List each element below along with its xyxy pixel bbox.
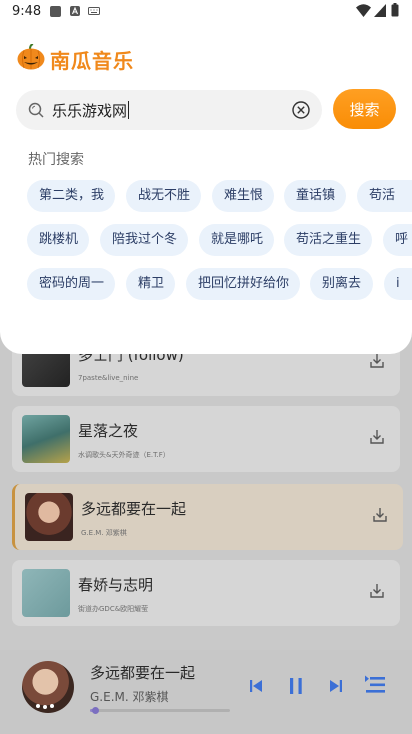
player-title: 多远都要在一起 (90, 664, 196, 682)
download-icon[interactable] (371, 506, 389, 524)
song-card-active[interactable]: 多远都要在一起 G.E.M. 邓紫棋 (12, 484, 403, 550)
text-caret (128, 101, 129, 119)
signal-icon (374, 4, 386, 17)
download-icon[interactable] (368, 428, 386, 446)
search-icon (28, 102, 44, 118)
progress-handle[interactable] (92, 707, 99, 714)
search-box[interactable] (16, 90, 322, 130)
previous-icon[interactable] (248, 678, 264, 694)
progress-bar[interactable] (90, 709, 230, 712)
notification-text-icon (70, 6, 80, 16)
app-title: 南瓜音乐 (50, 49, 134, 73)
song-title: 星落之夜 (78, 422, 139, 440)
song-subtitle: 街道办GDC&欧阳耀莹 (78, 605, 149, 613)
song-subtitle: 7paste&live_nine (78, 374, 139, 382)
download-icon[interactable] (368, 582, 386, 600)
search-button[interactable]: 搜索 (333, 89, 396, 129)
status-time: 9:48 (12, 4, 42, 19)
song-subtitle: 水调歌头&天外奇迹（E.T.F） (78, 451, 170, 459)
hot-search-label: 热门搜索 (28, 152, 84, 168)
hot-search-chip[interactable]: 苟活 (357, 180, 412, 212)
playlist-icon[interactable] (364, 674, 386, 696)
cover-dot (36, 704, 40, 708)
cover-dot (43, 705, 47, 709)
song-title: 多远都要在一起 (81, 500, 187, 518)
song-title: 春娇与志明 (78, 576, 154, 594)
wifi-icon (356, 4, 371, 17)
hot-search-chip[interactable]: 第二类，我 (27, 180, 115, 212)
hot-search-chip[interactable]: 呼 (383, 224, 412, 256)
song-subtitle: G.E.M. 邓紫棋 (81, 529, 127, 537)
next-icon[interactable] (328, 678, 344, 694)
hot-search-chip[interactable]: i (384, 268, 412, 300)
hot-search-chip[interactable]: 苟活之重生 (284, 224, 372, 256)
hot-search-chip[interactable]: 童话镇 (284, 180, 346, 212)
song-cover (22, 415, 70, 463)
hot-search-chip[interactable]: 就是哪吒 (199, 224, 274, 256)
clear-icon[interactable] (292, 101, 310, 119)
hot-search-chip[interactable]: 跳楼机 (27, 224, 89, 256)
status-bar: 9:48 (0, 0, 412, 24)
download-icon[interactable] (368, 352, 386, 370)
player-cover[interactable] (22, 661, 74, 713)
hot-search-chip[interactable]: 把回忆拼好给你 (186, 268, 300, 300)
cover-dot (50, 704, 54, 708)
pumpkin-logo-icon (17, 44, 45, 70)
hot-search-chip[interactable]: 精卫 (126, 268, 175, 300)
keyboard-icon (88, 7, 100, 15)
song-cover (22, 569, 70, 617)
hot-search-chip[interactable]: 战无不胜 (126, 180, 201, 212)
mini-player[interactable]: 多远都要在一起 G.E.M. 邓紫棋 (0, 650, 412, 734)
pause-icon[interactable] (287, 676, 305, 696)
song-card[interactable]: 春娇与志明 街道办GDC&欧阳耀莹 (12, 560, 400, 626)
song-cover (25, 493, 73, 541)
hot-search-chip[interactable]: 难生恨 (212, 180, 274, 212)
hot-search-chip[interactable]: 陪我过个冬 (100, 224, 188, 256)
battery-icon (391, 3, 399, 17)
search-input[interactable] (52, 90, 282, 130)
notification-app-icon (50, 6, 61, 17)
hot-search-chip[interactable]: 别离去 (310, 268, 373, 300)
player-artist: G.E.M. 邓紫棋 (90, 690, 169, 704)
hot-search-chip[interactable]: 密码的周一 (27, 268, 115, 300)
song-card[interactable]: 星落之夜 水调歌头&天外奇迹（E.T.F） (12, 406, 400, 472)
search-sheet: 9:48 南瓜音乐 乐乐游戏网 搜索 热门搜索 第二类，我 战无不胜 难生恨 童… (0, 0, 412, 354)
